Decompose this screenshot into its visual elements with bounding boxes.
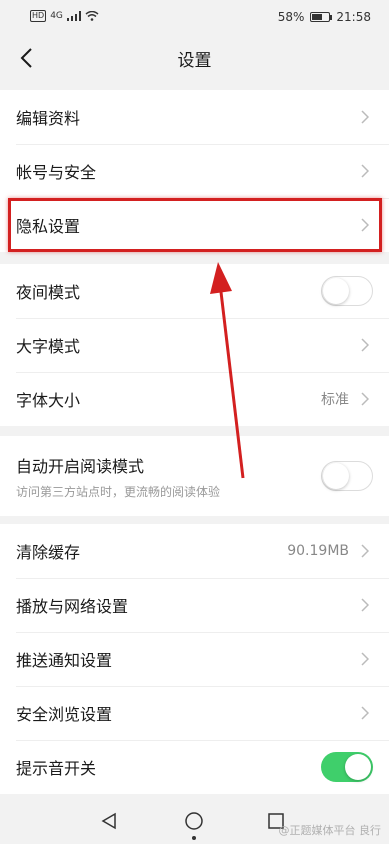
- chevron-right-icon: [357, 543, 373, 559]
- circle-home-icon[interactable]: [183, 810, 205, 832]
- cache-size-value: 90.19MB: [287, 543, 349, 559]
- row-playback-network[interactable]: 播放与网络设置: [0, 578, 389, 632]
- row-auto-reading: 自动开启阅读模式 访问第三方站点时，更流畅的阅读体验: [0, 436, 389, 516]
- chevron-right-icon: [357, 337, 373, 353]
- row-label: 字体大小: [16, 391, 81, 410]
- section-account: 编辑资料 帐号与安全 隐私设置: [0, 90, 389, 252]
- row-label: 安全浏览设置: [16, 705, 113, 724]
- wifi-icon: [85, 11, 99, 21]
- chevron-right-icon: [357, 109, 373, 125]
- row-privacy-settings[interactable]: 隐私设置: [0, 198, 389, 252]
- section-reading: 自动开启阅读模式 访问第三方站点时，更流畅的阅读体验: [0, 436, 389, 516]
- row-label: 夜间模式: [16, 283, 81, 302]
- night-mode-toggle[interactable]: [321, 276, 373, 306]
- clock: 21:58: [336, 10, 371, 24]
- toggle-knob: [345, 754, 371, 780]
- status-right: 58% 21:58: [278, 10, 371, 24]
- hd-icon: HD: [30, 10, 47, 22]
- section-display: 夜间模式 大字模式 字体大小 标准: [0, 264, 389, 426]
- row-label: 帐号与安全: [16, 163, 97, 182]
- section-general: 清除缓存 90.19MB 播放与网络设置 推送通知设置 安全浏览设置 提示音开关: [0, 524, 389, 794]
- watermark: @正题媒体平台 良行: [278, 824, 382, 837]
- battery-icon: [310, 12, 333, 22]
- row-label: 编辑资料: [16, 109, 81, 128]
- row-label: 隐私设置: [16, 217, 81, 236]
- row-night-mode: 夜间模式: [0, 264, 389, 318]
- row-account-security[interactable]: 帐号与安全: [0, 144, 389, 198]
- battery-percent: 58%: [277, 10, 305, 24]
- chevron-right-icon: [357, 391, 373, 407]
- status-bar: HD 4G 58% 21:58: [0, 0, 389, 36]
- chevron-right-icon: [357, 217, 373, 233]
- row-font-size[interactable]: 字体大小 标准: [0, 372, 389, 426]
- status-left: HD 4G: [30, 10, 99, 22]
- page-title: 设置: [177, 51, 212, 71]
- chevron-right-icon: [357, 651, 373, 667]
- row-label: 大字模式: [16, 337, 81, 356]
- row-sound-toggle: 提示音开关: [0, 740, 389, 794]
- row-label: 提示音开关: [16, 759, 97, 778]
- row-label: 播放与网络设置: [16, 597, 129, 616]
- auto-reading-toggle[interactable]: [321, 461, 373, 491]
- signal-icon: [66, 11, 81, 21]
- row-push-notifications[interactable]: 推送通知设置: [0, 632, 389, 686]
- chevron-right-icon: [357, 705, 373, 721]
- chevron-right-icon: [357, 163, 373, 179]
- row-large-text[interactable]: 大字模式: [0, 318, 389, 372]
- row-label: 自动开启阅读模式: [16, 456, 145, 476]
- toggle-knob: [323, 278, 349, 304]
- nav-bar: 设置: [0, 36, 389, 80]
- row-edit-profile[interactable]: 编辑资料: [0, 90, 389, 144]
- row-label: 推送通知设置: [16, 651, 113, 670]
- signal-type: 4G: [50, 11, 63, 21]
- row-clear-cache[interactable]: 清除缓存 90.19MB: [0, 524, 389, 578]
- row-safe-browsing[interactable]: 安全浏览设置: [0, 686, 389, 740]
- toggle-knob: [323, 463, 349, 489]
- font-size-value: 标准: [321, 392, 349, 408]
- triangle-back-icon[interactable]: [98, 810, 120, 832]
- row-sublabel: 访问第三方站点时，更流畅的阅读体验: [16, 484, 221, 499]
- sound-toggle[interactable]: [321, 752, 373, 782]
- chevron-right-icon: [357, 597, 373, 613]
- row-label: 清除缓存: [16, 543, 81, 562]
- home-indicator-dot: [192, 836, 196, 840]
